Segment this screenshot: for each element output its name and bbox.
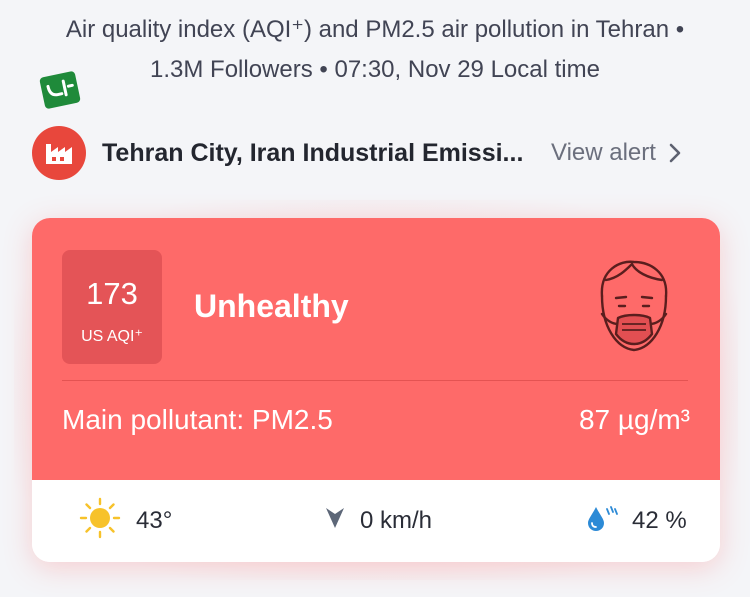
wind-value: 0 km/h	[360, 507, 433, 534]
humidity-value: 42 %	[632, 507, 687, 534]
weather-wind: 0 km/h	[324, 480, 432, 562]
aqi-level: Unhealthy	[194, 288, 349, 324]
view-alert-label: View alert	[551, 139, 656, 166]
aqi-card-header: 173 US AQI⁺ Unhealthy Main pollutant: PM…	[32, 218, 720, 480]
alert-row[interactable]: Tehran City, Iran Industrial Emissi... V…	[32, 124, 722, 182]
aqi-badge: 173 US AQI⁺	[62, 250, 162, 364]
source-logo-icon	[38, 70, 82, 110]
main-pollutant: Main pollutant: PM2.5	[62, 404, 333, 435]
page-title-line-1: Air quality index (AQI⁺) and PM2.5 air p…	[65, 16, 685, 43]
card-divider	[62, 380, 688, 381]
chevron-right-icon	[668, 142, 682, 164]
wind-direction-icon	[324, 505, 346, 538]
aqi-value: 173	[86, 276, 138, 311]
pollutant-concentration: 87 µg/m³	[578, 404, 690, 435]
humidity-drop-icon	[584, 503, 618, 540]
weather-bar: 43° 0 km/h 42 %	[32, 480, 720, 562]
sun-icon	[78, 496, 122, 547]
aqi-card[interactable]: 173 US AQI⁺ Unhealthy Main pollutant: PM…	[32, 218, 720, 562]
weather-humidity: 42 %	[584, 480, 687, 562]
aqi-unit: US AQI⁺	[81, 328, 143, 345]
weather-temperature: 43°	[78, 480, 172, 562]
temperature-value: 43°	[136, 507, 173, 534]
page-title: Air quality index (AQI⁺) and PM2.5 air p…	[0, 10, 750, 90]
view-alert-link[interactable]: View alert	[551, 139, 682, 167]
factory-icon	[32, 126, 86, 180]
face-mask-icon	[592, 256, 676, 356]
alert-text: Tehran City, Iran Industrial Emissi...	[102, 138, 524, 167]
page-title-line-2: 1.3M Followers • 07:30, Nov 29 Local tim…	[150, 56, 600, 83]
